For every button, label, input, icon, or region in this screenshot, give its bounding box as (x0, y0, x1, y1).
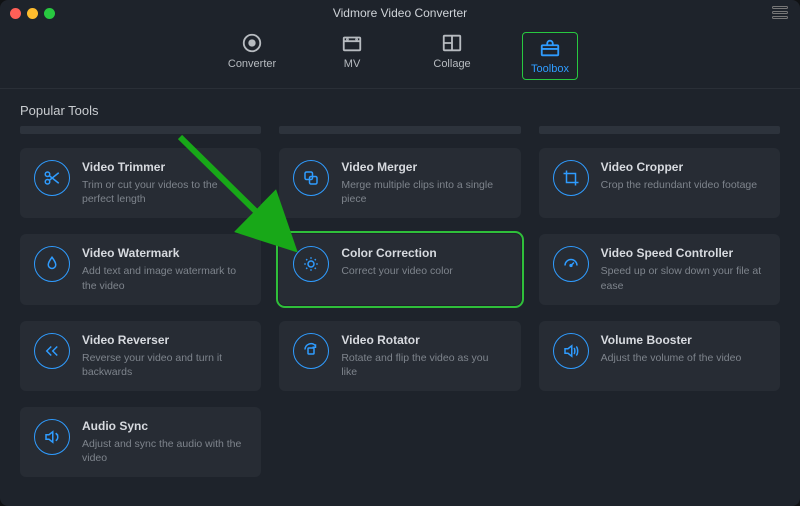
tool-desc: Merge multiple clips into a single piece (341, 178, 506, 206)
placeholder (539, 126, 780, 134)
toolbox-icon (539, 37, 561, 59)
watermark-icon (34, 246, 70, 282)
mv-icon (341, 32, 363, 54)
tool-video-merger[interactable]: Video Merger Merge multiple clips into a… (279, 148, 520, 218)
tool-color-correction[interactable]: Color Correction Correct your video colo… (279, 234, 520, 304)
section-popular-tools: Popular Tools (0, 89, 800, 126)
tab-label: Toolbox (531, 63, 569, 75)
tool-video-speed[interactable]: Video Speed Controller Speed up or slow … (539, 234, 780, 304)
tool-desc: Adjust and sync the audio with the video (82, 437, 247, 465)
tool-title: Volume Booster (601, 333, 742, 347)
audio-sync-icon (34, 419, 70, 455)
tool-title: Video Rotator (341, 333, 506, 347)
tool-title: Video Cropper (601, 160, 757, 174)
app-window: Vidmore Video Converter Converter MV Col… (0, 0, 800, 506)
converter-icon (241, 32, 263, 54)
collage-icon (441, 32, 463, 54)
tool-title: Color Correction (341, 246, 452, 260)
placeholder-row (0, 126, 800, 134)
tool-title: Audio Sync (82, 419, 247, 433)
color-correction-icon (293, 246, 329, 282)
tool-desc: Rotate and flip the video as you like (341, 351, 506, 379)
tab-label: Converter (228, 58, 276, 70)
placeholder (20, 126, 261, 134)
placeholder (279, 126, 520, 134)
main-tabs: Converter MV Collage Toolbox (0, 26, 800, 89)
tab-toolbox[interactable]: Toolbox (522, 32, 578, 80)
rotate-icon (293, 333, 329, 369)
tool-desc: Correct your video color (341, 264, 452, 278)
tool-volume-booster[interactable]: Volume Booster Adjust the volume of the … (539, 321, 780, 391)
tab-collage[interactable]: Collage (422, 32, 482, 80)
settings-icon[interactable] (772, 6, 788, 20)
tool-desc: Trim or cut your videos to the perfect l… (82, 178, 247, 206)
tab-converter[interactable]: Converter (222, 32, 282, 80)
reverse-icon (34, 333, 70, 369)
tab-label: Collage (433, 58, 470, 70)
tool-title: Video Speed Controller (601, 246, 766, 260)
tool-title: Video Merger (341, 160, 506, 174)
tool-desc: Add text and image watermark to the vide… (82, 264, 247, 292)
crop-icon (553, 160, 589, 196)
tool-video-rotator[interactable]: Video Rotator Rotate and flip the video … (279, 321, 520, 391)
tool-title: Video Watermark (82, 246, 247, 260)
tool-video-watermark[interactable]: Video Watermark Add text and image water… (20, 234, 261, 304)
tool-desc: Reverse your video and turn it backwards (82, 351, 247, 379)
merge-icon (293, 160, 329, 196)
tool-audio-sync[interactable]: Audio Sync Adjust and sync the audio wit… (20, 407, 261, 477)
tool-video-trimmer[interactable]: Video Trimmer Trim or cut your videos to… (20, 148, 261, 218)
speed-icon (553, 246, 589, 282)
tool-video-reverser[interactable]: Video Reverser Reverse your video and tu… (20, 321, 261, 391)
scissors-icon (34, 160, 70, 196)
tool-video-cropper[interactable]: Video Cropper Crop the redundant video f… (539, 148, 780, 218)
tool-desc: Adjust the volume of the video (601, 351, 742, 365)
tool-title: Video Reverser (82, 333, 247, 347)
tool-desc: Crop the redundant video footage (601, 178, 757, 192)
tools-grid: Video Trimmer Trim or cut your videos to… (0, 134, 800, 477)
volume-icon (553, 333, 589, 369)
window-title: Vidmore Video Converter (0, 6, 800, 20)
tool-title: Video Trimmer (82, 160, 247, 174)
titlebar: Vidmore Video Converter (0, 0, 800, 26)
tab-mv[interactable]: MV (322, 32, 382, 80)
tool-desc: Speed up or slow down your file at ease (601, 264, 766, 292)
tab-label: MV (344, 58, 361, 70)
